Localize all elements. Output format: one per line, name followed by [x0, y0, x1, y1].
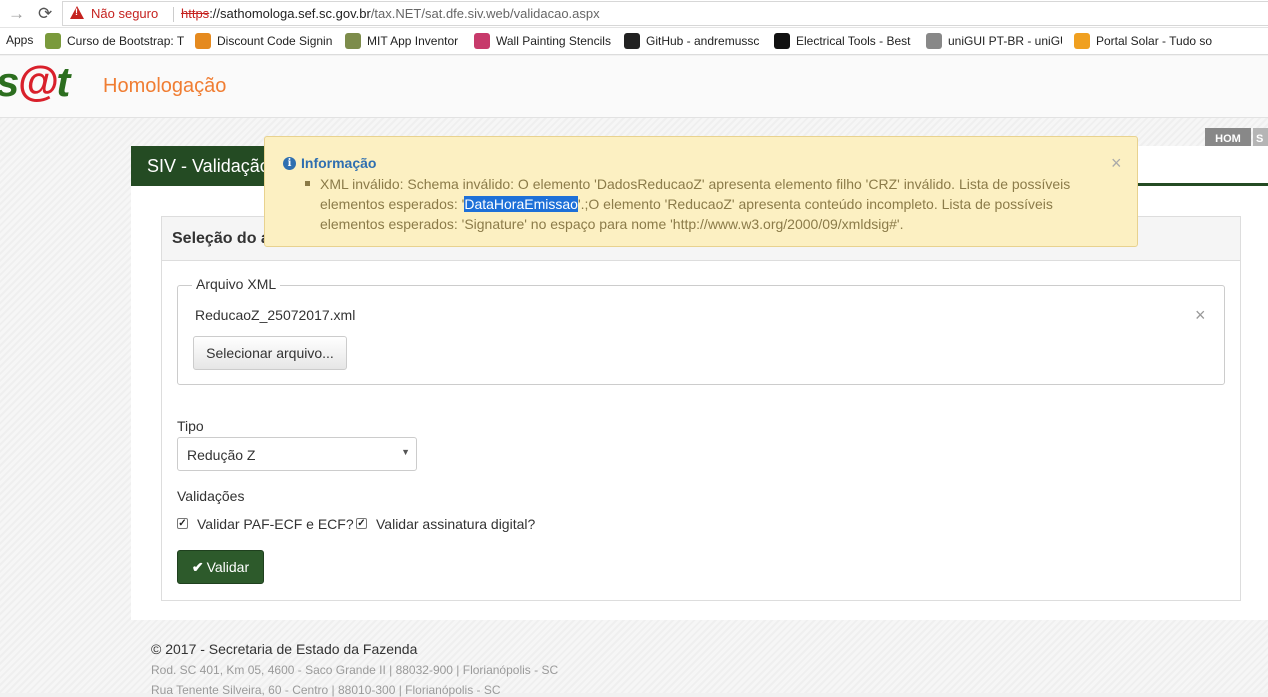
bookmark-item[interactable]: Portal Solar - Tudo so: [1074, 33, 1212, 50]
bookmark-label: Discount Code Signin: [217, 34, 333, 48]
bootstrap-course-icon: [45, 33, 61, 49]
footer-address-2: Rua Tenente Silveira, 60 - Centro | 8801…: [151, 683, 501, 697]
checkmark-icon: ✔: [191, 559, 204, 575]
page-title: SIV - Validação: [131, 146, 271, 186]
bookmark-item[interactable]: Wall Painting Stencils: [474, 33, 611, 50]
logo-t: t: [56, 58, 70, 105]
bookmark-item[interactable]: GitHub - andremussc: [624, 33, 759, 50]
alert-close-icon[interactable]: ×: [1111, 153, 1122, 174]
url-scheme: https: [181, 6, 210, 21]
bookmark-label: Portal Solar - Tudo so: [1096, 34, 1213, 48]
bookmark-label: Electrical Tools - Best: [796, 34, 911, 48]
validate-signature-label[interactable]: Validar assinatura digital?: [376, 516, 535, 532]
bookmark-item[interactable]: Apps: [6, 33, 33, 50]
info-alert: i Informação × XML inválido: Schema invá…: [264, 136, 1138, 247]
browser-address-bar: → ⟳ Não seguro https://sathomologa.sef.s…: [0, 0, 1268, 28]
footer-address-1: Rod. SC 401, Km 05, 4600 - Saco Grande I…: [151, 663, 559, 677]
validate-button[interactable]: ✔ Validar: [177, 550, 264, 584]
app-inventor-icon: [345, 33, 361, 49]
tipo-selected-value: Redução Z: [187, 447, 256, 463]
alert-message-highlight: DataHoraEmissao: [464, 196, 578, 212]
security-label[interactable]: Não seguro: [91, 6, 158, 21]
url-omnibox[interactable]: Não seguro https://sathomologa.sef.sc.go…: [62, 1, 1268, 26]
logo-s: s: [0, 58, 19, 105]
footer-copyright: © 2017 - Secretaria de Estado da Fazenda: [151, 641, 418, 657]
bullet-icon: [305, 181, 310, 186]
bookmark-label: Curso de Bootstrap: T: [67, 34, 185, 48]
bookmark-label: MIT App Inventor: [367, 34, 459, 48]
xml-legend: Arquivo XML: [192, 276, 281, 292]
bookmark-item[interactable]: uniGUI PT-BR - uniGU: [926, 33, 1062, 50]
stencil-icon: [474, 33, 490, 49]
discount-code-icon: [195, 33, 211, 49]
sat-logo[interactable]: s@t: [0, 58, 70, 106]
selected-file-name: ReducaoZ_25072017.xml: [195, 307, 356, 323]
tipo-label: Tipo: [177, 418, 204, 434]
bookmark-label: Apps: [6, 33, 34, 47]
select-file-button[interactable]: Selecionar arquivo...: [193, 336, 347, 370]
bookmark-label: uniGUI PT-BR - uniGU: [948, 34, 1062, 48]
bookmark-item[interactable]: Curso de Bootstrap: T: [45, 33, 184, 50]
selection-card: Seleção do a: [161, 216, 1241, 601]
github-icon: [624, 33, 640, 49]
portal-solar-icon: [1074, 33, 1090, 49]
bookmark-label: GitHub - andremussc: [646, 34, 760, 48]
caret-down-icon: ▼: [401, 447, 410, 457]
alert-title: Informação: [301, 155, 377, 171]
alert-message: XML inválido: Schema inválido: O element…: [320, 174, 1120, 234]
validacoes-label: Validações: [177, 488, 245, 504]
omnibox-divider: [173, 7, 174, 22]
logo-at: @: [17, 58, 58, 105]
info-icon: i: [283, 157, 296, 170]
xml-fieldset: [177, 285, 1225, 385]
validate-paf-label[interactable]: Validar PAF-ECF e ECF?: [197, 516, 354, 532]
remove-file-icon[interactable]: ×: [1195, 305, 1206, 326]
bookmark-item[interactable]: Discount Code Signin: [195, 33, 332, 50]
bookmarks-bar: Apps Curso de Bootstrap: T Discount Code S…: [0, 28, 1268, 55]
validate-signature-checkbox[interactable]: ✓: [356, 518, 367, 529]
bookmark-item[interactable]: Electrical Tools - Best: [774, 33, 911, 50]
document-icon: [926, 33, 942, 49]
url-host: ://sathomologa.sef.sc.gov.br: [209, 6, 371, 21]
card-title: Seleção do a: [172, 230, 270, 247]
bookmark-item[interactable]: MIT App Inventor: [345, 33, 458, 50]
tipo-select[interactable]: Redução Z ▼: [177, 437, 417, 471]
app-header: s@t Homologação: [0, 56, 1268, 118]
environment-title: Homologação: [103, 75, 227, 97]
validate-button-label: Validar: [206, 559, 250, 575]
electrical-tools-icon: [774, 33, 790, 49]
url-text[interactable]: https://sathomologa.sef.sc.gov.br/tax.NE…: [181, 6, 600, 21]
bookmark-label: Wall Painting Stencils: [496, 34, 611, 48]
validate-paf-checkbox[interactable]: ✓: [177, 518, 188, 529]
warning-triangle-icon: [70, 6, 84, 19]
reload-icon[interactable]: ⟳: [38, 4, 52, 24]
forward-arrow-icon[interactable]: →: [8, 4, 25, 24]
url-path: /tax.NET/sat.dfe.siv.web/validacao.aspx: [370, 6, 600, 21]
